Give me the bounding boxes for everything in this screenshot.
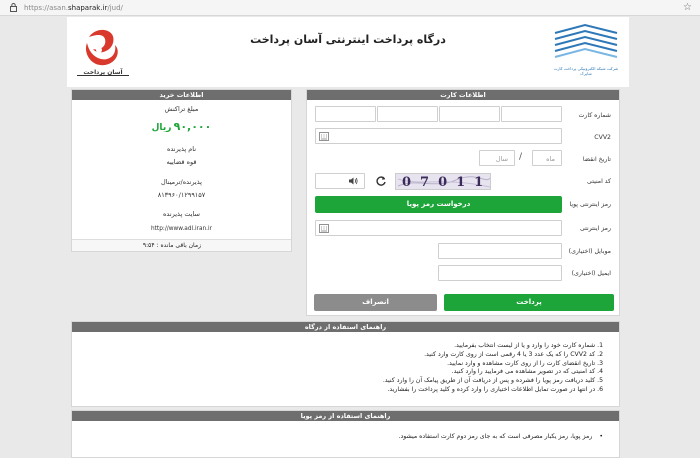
usage-guide-panel: راهنمای استفاده از درگاه 1. شماره کارت خ…: [71, 321, 620, 407]
otp-guide-heading: راهنمای استفاده از رمز پویا: [72, 411, 619, 421]
list-item: 6. در انتها در صورت تمایل اطلاعات اختیار…: [387, 385, 603, 393]
terminal-value: ۸۱۳۹۶۰/۱۲۹۹۱۵۷: [157, 191, 206, 199]
bookmark-star-icon[interactable]: ☆: [683, 2, 692, 13]
purchase-info-panel: اطلاعات خرید مبلغ تراکنش ۹۰,۰۰۰ ریال نام…: [71, 89, 292, 252]
otp-guide-list: رمز پویا، رمز یکبار مصرفی است که به جای …: [72, 421, 619, 440]
otp-guide-panel: راهنمای استفاده از رمز پویا رمز پویا، رم…: [71, 410, 620, 458]
card-number-part-4[interactable]: [315, 106, 376, 122]
card-number-part-3[interactable]: [377, 106, 438, 122]
card-info-panel: اطلاعات کارت شماره کارت CVV2 تاریخ انقضا…: [306, 89, 620, 316]
card-number-part-2[interactable]: [439, 106, 500, 122]
password-input[interactable]: [315, 220, 562, 236]
expiry-month-input[interactable]: ماه: [532, 150, 562, 166]
usage-guide-heading: راهنمای استفاده از درگاه: [72, 322, 619, 332]
speaker-icon[interactable]: [348, 176, 358, 188]
email-label: ایمیل (اختیاری): [571, 270, 611, 277]
mobile-input[interactable]: [438, 243, 562, 259]
merchant-value: قوه قضاییه: [166, 158, 197, 166]
email-input[interactable]: [438, 265, 562, 281]
card-number-label: شماره کارت: [578, 112, 612, 119]
merchant-label: نام پذیرنده: [166, 145, 197, 153]
shaparak-logo-text: شرکت شبکه الکترونیکی پرداخت کارت شاپرک: [553, 66, 619, 76]
amount-label: مبلغ تراکنش: [164, 105, 199, 113]
terminal-label: پذیرنده/ترمینال: [161, 178, 202, 186]
captcha-image: 07011: [395, 173, 491, 190]
address-url[interactable]: https://asan.shaparak.ir/jud/: [24, 4, 123, 12]
virtual-keyboard-icon[interactable]: [319, 132, 329, 141]
captcha-label: کد امنیتی: [587, 178, 611, 185]
shaparak-logo: شرکت شبکه الکترونیکی پرداخت کارت شاپرک: [551, 23, 621, 81]
cvv2-label: CVV2: [594, 134, 611, 141]
expiry-separator: /: [519, 152, 523, 162]
list-item: 1. شماره کارت خود را وارد و یا از لیست ا…: [454, 342, 603, 349]
site-label: سایت پذیرنده: [163, 210, 200, 218]
page-title: درگاه پرداخت اینترنتی آسان پرداخت: [250, 33, 446, 46]
list-item: 3. تاریخ انقضای کارت را از روی کارت مشاه…: [447, 359, 603, 367]
lock-icon: [8, 3, 18, 13]
mobile-label: موبایل (اختیاری): [568, 248, 611, 255]
pay-button[interactable]: پرداخت: [444, 294, 614, 311]
card-number-part-1[interactable]: [501, 106, 562, 122]
list-item: 2. کد CVV2 را که یک عدد 3 یا 4 رقمی است …: [424, 350, 603, 358]
asan-logo-text: آسان پرداخت: [83, 69, 123, 76]
cancel-button[interactable]: انصراف: [314, 294, 437, 311]
purchase-info-heading: اطلاعات خرید: [72, 90, 291, 100]
card-info-heading: اطلاعات کارت: [307, 90, 619, 100]
usage-guide-list: 1. شماره کارت خود را وارد و یا از لیست ا…: [72, 332, 619, 395]
expiry-year-input[interactable]: سال: [479, 150, 515, 166]
list-item: 5. کلید دریافت رمز پویا را فشرده و پس از…: [382, 377, 603, 385]
page-header: آسان پرداخت درگاه پرداخت اینترنتی آسان پ…: [67, 17, 629, 87]
request-otp-button[interactable]: درخواست رمز پویا: [315, 196, 562, 213]
amount-value: ۹۰,۰۰۰ ریال: [151, 120, 212, 133]
site-value: http://www.adl.iran.ir: [150, 226, 213, 232]
refresh-captcha-icon[interactable]: [375, 175, 387, 189]
expiry-label: تاریخ انقضا: [582, 156, 611, 163]
virtual-keyboard-icon[interactable]: [319, 224, 329, 233]
password-label: رمز اینترنتی: [579, 225, 611, 232]
cvv2-input[interactable]: [315, 128, 562, 144]
captcha-text: 07011: [402, 175, 491, 190]
asan-pardakht-logo: آسان پرداخت: [73, 23, 133, 83]
list-item: رمز پویا، رمز یکبار مصرفی است که به جای …: [72, 433, 603, 440]
list-item: 4. کد امنیتی که در تصویر مشاهده می فرمای…: [451, 368, 603, 376]
remaining-time: زمان باقی مانده : ۹:۵۴: [72, 239, 291, 251]
otp-label: رمز اینترنتی پویا: [569, 201, 611, 208]
browser-address-bar[interactable]: https://asan.shaparak.ir/jud/ ☆: [0, 0, 700, 16]
